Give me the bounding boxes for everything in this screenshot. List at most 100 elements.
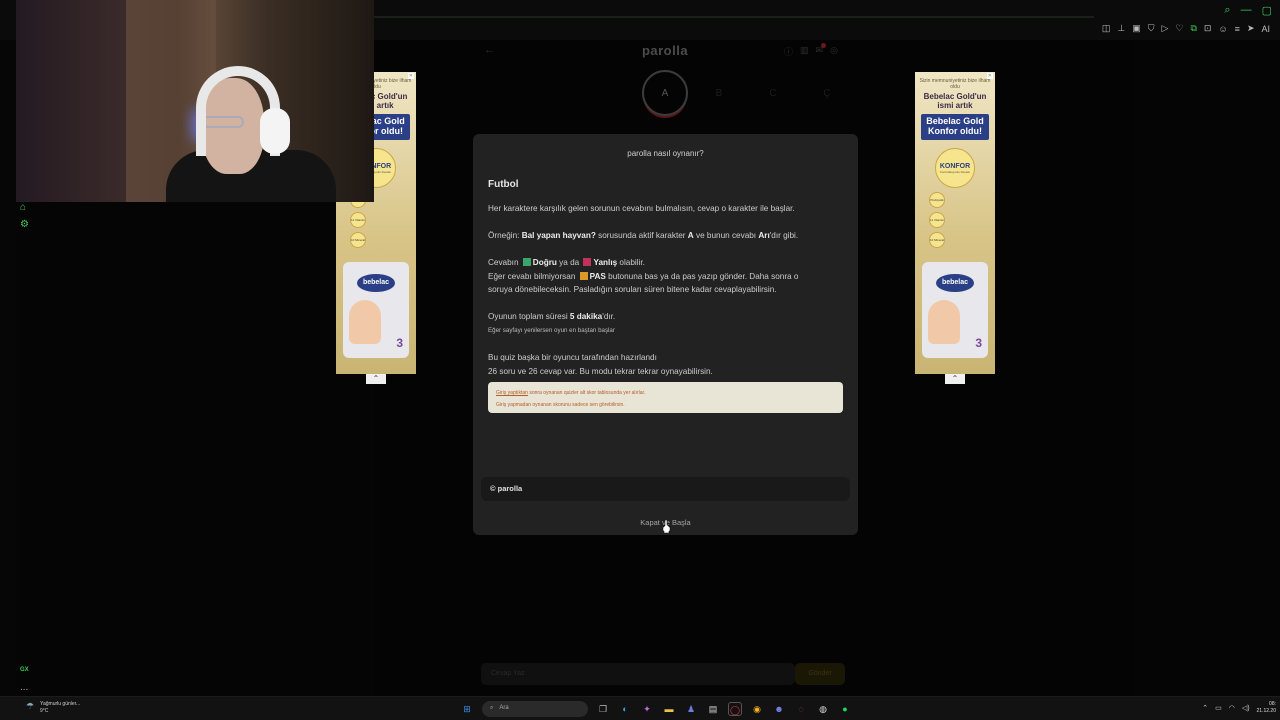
pass-label: PAS bbox=[589, 271, 606, 281]
teams-icon[interactable]: ♟ bbox=[684, 702, 698, 716]
ad-banner-right[interactable]: ✕ Sizin memnuniyetiniz bize ilham oldu B… bbox=[915, 72, 995, 374]
time-prefix: Oyunun toplam süresi bbox=[488, 312, 570, 321]
copilot-icon[interactable]: ✦ bbox=[640, 702, 654, 716]
edge-icon[interactable]: ◐ bbox=[618, 702, 632, 716]
ad-mini-badge: 10 Mineral bbox=[929, 232, 945, 249]
play-icon[interactable]: ▷ bbox=[1161, 23, 1168, 34]
wifi-icon[interactable]: ◠ bbox=[1229, 704, 1235, 712]
window-controls: ⌕ — ▢ bbox=[1224, 4, 1272, 17]
example-suffix: 'dır gibi. bbox=[769, 231, 799, 240]
opera-gx-icon[interactable]: ◯ bbox=[728, 702, 742, 716]
browser-toolbar: ◫ ⊥ ▣ ⛉ ▷ ♡ ⧉ ⊡ ☺ ≡ ➤ AI bbox=[1102, 23, 1270, 34]
example-text: Örneğin: Bal yapan hayvan? sorusunda akt… bbox=[488, 229, 848, 243]
ad-mini-badge: 10 Mineral bbox=[350, 232, 366, 249]
time-suffix: 'dır. bbox=[602, 312, 616, 321]
capture-icon[interactable]: ▣ bbox=[1132, 23, 1141, 34]
pass-prefix: Eğer cevabı bilmiyorsan bbox=[488, 271, 578, 281]
note-line-2: Giriş yapmadan oynanan skorunu sadece se… bbox=[496, 402, 625, 408]
spotify-icon[interactable]: ● bbox=[838, 702, 852, 716]
login-note-box: Giriş yaptıktan sonra oynanan quizler al… bbox=[488, 382, 843, 413]
states-mid: ya da bbox=[556, 258, 582, 267]
ad-small-text: Sizin memnuniyetiniz bize ilham oldu bbox=[919, 78, 991, 90]
konfor-sub: Formülasyonlu Destek bbox=[940, 169, 970, 174]
taskbar-search[interactable]: ⌕ Ara bbox=[482, 701, 588, 717]
discord-icon[interactable]: ☻ bbox=[772, 702, 786, 716]
search-icon[interactable]: ⌕ bbox=[1224, 4, 1230, 17]
settings-icon[interactable]: ≡ bbox=[1235, 24, 1240, 34]
note-line-1: Giriş yaptıktan sonra oynanan quizler al… bbox=[496, 387, 835, 399]
ad-close-icon[interactable]: ✕ bbox=[986, 73, 993, 79]
windows-start-icon[interactable]: ⊞ bbox=[460, 702, 474, 716]
how-to-play-modal: parolla nasıl oynanır? Futbol Her karakt… bbox=[473, 134, 858, 535]
send-icon[interactable]: ➤ bbox=[1247, 23, 1255, 34]
count-text: 26 soru ve 26 cevap var. Bu modu tekrar … bbox=[488, 366, 713, 376]
chrome-icon[interactable]: ◉ bbox=[750, 702, 764, 716]
network-icon[interactable]: ▭ bbox=[1215, 704, 1222, 712]
tab-strip[interactable] bbox=[374, 16, 1094, 18]
ad-brand: bebelac bbox=[936, 274, 974, 292]
ad-product-image: bebelac 3 bbox=[343, 262, 409, 358]
task-view-icon[interactable]: ❐ bbox=[596, 702, 610, 716]
modal-heading: Futbol bbox=[488, 179, 519, 190]
example-mid: sorusunda aktif karakter bbox=[595, 231, 688, 240]
panel-icon[interactable]: ◫ bbox=[1102, 23, 1111, 34]
lock-icon[interactable]: ⊡ bbox=[1204, 23, 1212, 34]
refresh-note: Eğer sayfayı yenilersen oyun en baştan b… bbox=[488, 323, 848, 338]
store-icon[interactable]: ▤ bbox=[706, 702, 720, 716]
clock[interactable]: 08: 21.12.20 bbox=[1257, 701, 1276, 715]
system-tray: ⌃ ▭ ◠ ◁) 08: 21.12.20 bbox=[1202, 701, 1276, 715]
app-icon[interactable]: ◍ bbox=[816, 702, 830, 716]
refresh-note-text: Eğer sayfayı yenilersen oyun en baştan b… bbox=[488, 327, 615, 334]
volume-icon[interactable]: ◁) bbox=[1242, 704, 1250, 712]
ad-brand: bebelac bbox=[357, 274, 395, 292]
webcam-overlay bbox=[16, 0, 374, 202]
example-mid2: ve bunun cevabı bbox=[693, 231, 759, 240]
answer-input[interactable]: Cevap Yaz bbox=[481, 663, 795, 685]
modal-title: parolla nasıl oynanır? bbox=[627, 149, 704, 158]
clock-date: 21.12.20 bbox=[1256, 708, 1276, 714]
wrong-label: Yanlış bbox=[593, 258, 618, 267]
extensions-icon[interactable]: ⧉ bbox=[1190, 23, 1196, 34]
ad-headline: Bebelac Gold'un ismi artık bbox=[923, 92, 987, 111]
ai-label[interactable]: AI bbox=[1261, 24, 1270, 34]
modal-footer-brand: © parolla bbox=[481, 477, 850, 501]
chevron-up-icon[interactable]: ⌃ bbox=[366, 374, 386, 384]
ad-mini-badge: 11 Vitamin bbox=[350, 212, 366, 229]
minimize-icon[interactable]: — bbox=[1241, 4, 1252, 17]
login-link[interactable]: Giriş yaptıktan bbox=[496, 390, 528, 396]
ad-close-icon[interactable]: ✕ bbox=[407, 73, 414, 79]
pass-suffix: butonuna bas ya da pas yazıp gönder. Dah… bbox=[605, 271, 799, 281]
search-label: Ara bbox=[499, 705, 509, 711]
answer-states-text: Cevabın Doğru ya da Yanlış olabilir. bbox=[488, 256, 848, 270]
send-button[interactable]: Gönder bbox=[795, 663, 845, 685]
browser-sidebar bbox=[0, 40, 16, 696]
gx-label[interactable]: GX bbox=[20, 667, 29, 673]
example-answer: Arı bbox=[758, 231, 770, 240]
search-icon: ⌕ bbox=[490, 705, 494, 711]
example-prefix: Örneğin: bbox=[488, 231, 522, 240]
taskbar-apps: ⊞ ⌕ Ara ❐ ◐ ✦ ▬ ♟ ▤ ◯ ◉ ☻ ◌ ◍ ● bbox=[460, 701, 852, 717]
maximize-icon[interactable]: ▢ bbox=[1262, 4, 1272, 17]
shield-icon[interactable]: ⛉ bbox=[1148, 23, 1155, 34]
ad-baby-image bbox=[349, 300, 381, 344]
time-text: Oyunun toplam süresi 5 dakika'dır. bbox=[488, 310, 848, 324]
pin-icon[interactable]: ⊥ bbox=[1117, 23, 1125, 34]
author-text: Bu quiz başka bir oyuncu tarafından hazı… bbox=[488, 353, 657, 362]
taskbar: Yağmurlu günler... 9°C ☂ ⊞ ⌕ Ara ❐ ◐ ✦ ▬ … bbox=[0, 696, 1280, 720]
sidebar-more-icon[interactable]: ... bbox=[20, 682, 28, 693]
note-line-1-text: sonra oynanan quizler alt skor tablosund… bbox=[527, 390, 646, 396]
weather-temp: 9°C bbox=[40, 708, 49, 714]
pass-text: Eğer cevabı bilmiyorsan PAS butonuna bas… bbox=[488, 270, 848, 284]
profile-icon[interactable]: ☺ bbox=[1218, 24, 1227, 34]
chevron-up-icon[interactable]: ⌃ bbox=[945, 374, 965, 384]
weather-widget[interactable]: Yağmurlu günler... 9°C bbox=[40, 701, 80, 715]
rule-text: Her karaktere karşılık gelen sorunun cev… bbox=[488, 204, 795, 213]
home-icon[interactable]: ⌂ bbox=[20, 202, 26, 213]
opera-icon[interactable]: ◌ bbox=[794, 702, 808, 716]
file-explorer-icon[interactable]: ▬ bbox=[662, 702, 676, 716]
screen: ⌕ — ▢ ◫ ⊥ ▣ ⛉ ▷ ♡ ⧉ ⊡ ☺ ≡ ➤ AI ⌂ ⚙ GX ..… bbox=[0, 0, 1280, 720]
chevron-up-icon[interactable]: ⌃ bbox=[1202, 704, 1208, 712]
settings-icon[interactable]: ⚙ bbox=[20, 219, 29, 230]
heart-icon[interactable]: ♡ bbox=[1175, 23, 1183, 34]
webcam-headset-ear bbox=[260, 108, 290, 154]
